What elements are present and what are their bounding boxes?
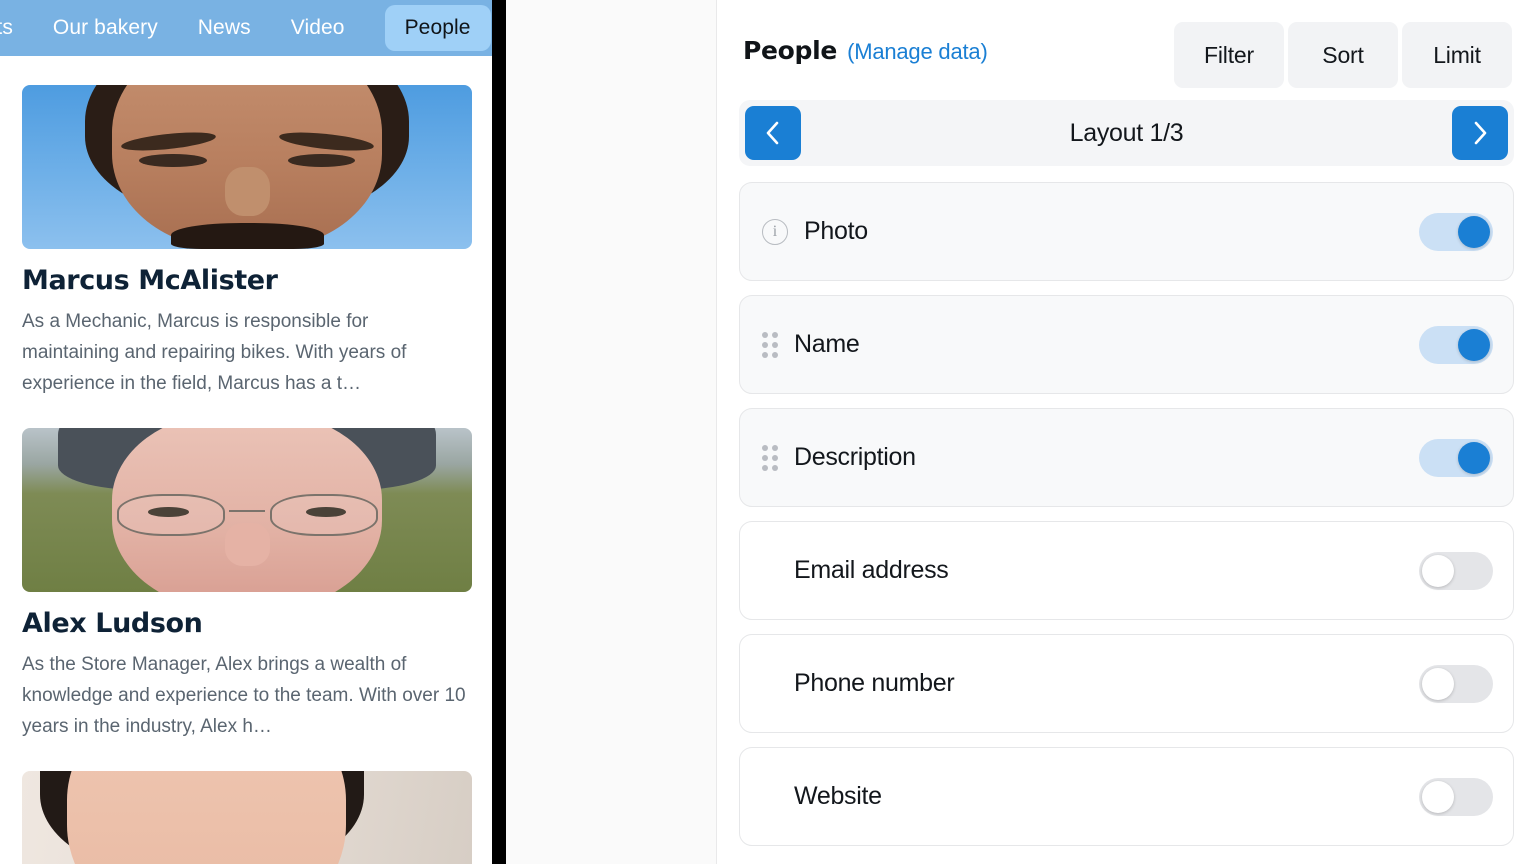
field-toggle-photo[interactable]: [1419, 212, 1493, 251]
field-toggle-email-address[interactable]: [1419, 551, 1493, 590]
field-label: Website: [794, 782, 882, 810]
info-icon[interactable]: i: [762, 218, 788, 245]
site-preview-viewport: ucts Our bakery News Video People: [0, 0, 492, 864]
chevron-left-icon: [766, 121, 779, 145]
limit-button[interactable]: Limit: [1402, 22, 1512, 88]
chevron-right-icon: [1474, 121, 1487, 145]
field-row-website[interactable]: Website: [739, 747, 1514, 846]
nav-link-video[interactable]: Video: [291, 16, 345, 40]
page-title: People: [743, 35, 838, 65]
person-description: As a Mechanic, Marcus is responsible for…: [22, 311, 407, 394]
nav-link-people[interactable]: People: [384, 5, 491, 51]
header-actions: Filter Sort Limit: [1174, 22, 1512, 88]
field-list: i Photo Name Description Email address P…: [717, 182, 1536, 846]
person-card[interactable]: Marcus McAlister As a Mechanic, Marcus i…: [0, 85, 492, 399]
manage-data-link[interactable]: (Manage data): [847, 39, 988, 65]
field-row-name[interactable]: Name: [739, 295, 1514, 394]
device-bezel: [492, 0, 506, 864]
layout-navigator: Layout 1/3: [739, 100, 1514, 166]
field-toggle-description[interactable]: [1419, 438, 1493, 477]
field-row-email-address[interactable]: Email address: [739, 521, 1514, 620]
person-name: Marcus McAlister: [22, 265, 278, 296]
site-nav: ucts Our bakery News Video People: [0, 0, 492, 56]
nav-link-products[interactable]: ucts: [0, 16, 13, 40]
people-list[interactable]: Marcus McAlister As a Mechanic, Marcus i…: [0, 56, 492, 864]
field-toggle-website[interactable]: [1419, 777, 1493, 816]
nav-link-news[interactable]: News: [198, 16, 251, 40]
person-card[interactable]: [0, 771, 492, 864]
field-toggle-name[interactable]: [1419, 325, 1493, 364]
panel-header: People (Manage data) Filter Sort Limit: [717, 0, 1536, 100]
layout-next-button[interactable]: [1452, 106, 1508, 160]
field-label: Email address: [794, 556, 949, 584]
sort-button[interactable]: Sort: [1288, 22, 1398, 88]
person-description: As the Store Manager, Alex brings a weal…: [22, 654, 466, 737]
drag-handle-icon[interactable]: [762, 444, 778, 471]
layout-prev-button[interactable]: [745, 106, 801, 160]
person-photo: [22, 85, 472, 249]
field-label: Description: [794, 443, 916, 471]
filter-button[interactable]: Filter: [1174, 22, 1284, 88]
person-name: Alex Ludson: [22, 608, 203, 639]
field-toggle-phone-number[interactable]: [1419, 664, 1493, 703]
app-root: ucts Our bakery News Video People: [0, 0, 1536, 864]
person-photo: [22, 771, 472, 864]
field-row-photo[interactable]: i Photo: [739, 182, 1514, 281]
field-label: Name: [794, 330, 860, 358]
field-row-description[interactable]: Description: [739, 408, 1514, 507]
field-label: Photo: [804, 217, 868, 245]
field-settings-panel: People (Manage data) Filter Sort Limit L…: [716, 0, 1536, 864]
drag-handle-icon[interactable]: [762, 331, 778, 358]
field-label: Phone number: [794, 669, 955, 697]
site-preview-device: ucts Our bakery News Video People: [0, 0, 506, 864]
person-card[interactable]: Alex Ludson As the Store Manager, Alex b…: [0, 428, 492, 742]
nav-link-our-bakery[interactable]: Our bakery: [53, 16, 158, 40]
layout-label: Layout 1/3: [1069, 118, 1184, 147]
person-photo: [22, 428, 472, 592]
workspace-gutter: [506, 0, 716, 864]
field-row-phone-number[interactable]: Phone number: [739, 634, 1514, 733]
